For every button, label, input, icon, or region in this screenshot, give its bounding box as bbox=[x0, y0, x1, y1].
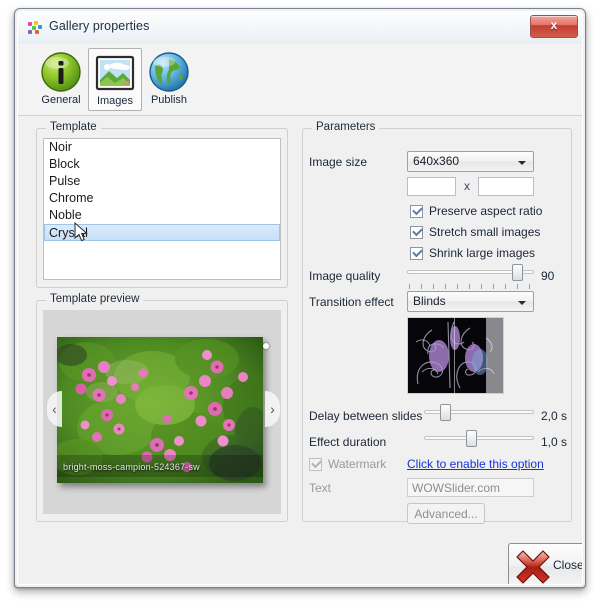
close-button-label: Close bbox=[553, 558, 583, 572]
transition-effect-combo[interactable]: Blinds bbox=[407, 291, 534, 312]
template-preview-group: Template preview bright-moss-campion-524… bbox=[36, 293, 288, 522]
image-quality-thumb[interactable] bbox=[512, 264, 523, 281]
preserve-aspect-ratio-checkbox[interactable] bbox=[410, 204, 423, 218]
title-bar: Gallery properties x bbox=[18, 12, 582, 44]
delay-between-slides-value: 2,0 s bbox=[541, 409, 568, 423]
shrink-large-images-label: Shrink large images bbox=[429, 246, 536, 260]
image-quality-value: 90 bbox=[541, 269, 555, 283]
advanced-button: Advanced... bbox=[407, 503, 485, 524]
chevron-down-icon bbox=[518, 161, 526, 165]
list-item[interactable]: Chrome bbox=[44, 190, 280, 207]
template-preview-title: Template preview bbox=[46, 293, 144, 305]
watermark-text-input bbox=[408, 479, 533, 497]
delay-between-slides-slider[interactable] bbox=[424, 403, 534, 423]
parameters-group-title: Parameters bbox=[312, 121, 380, 133]
watermark-text-label: Text bbox=[309, 481, 332, 495]
effect-duration-slider[interactable] bbox=[424, 429, 534, 449]
preview-caption: bright-moss-campion-524367-sw bbox=[63, 462, 200, 472]
window-inner: Gallery properties x General Images Publ… bbox=[17, 11, 583, 585]
fractal-thumbnail bbox=[408, 318, 503, 393]
stretch-small-images-checkbox[interactable] bbox=[410, 225, 423, 239]
transition-effect-label: Transition effect bbox=[309, 295, 394, 309]
red-x-icon bbox=[516, 550, 550, 584]
preview-bullet-dot[interactable] bbox=[263, 343, 269, 349]
template-listbox[interactable]: Noir Block Pulse Chrome Noble Crystal bbox=[43, 138, 281, 280]
watermark-label: Watermark bbox=[328, 457, 387, 471]
image-quality-label: Image quality bbox=[309, 269, 381, 283]
tab-general[interactable]: General bbox=[34, 48, 88, 111]
transition-effect-value: Blinds bbox=[413, 294, 446, 308]
window-title: Gallery properties bbox=[49, 19, 150, 33]
picture-icon bbox=[95, 55, 135, 91]
globe-icon bbox=[149, 52, 189, 92]
preview-photo: bright-moss-campion-524367-sw bbox=[57, 337, 263, 483]
effect-duration-track bbox=[424, 436, 534, 440]
delay-thumb[interactable] bbox=[440, 404, 451, 421]
watermark-text-field bbox=[407, 478, 534, 497]
tab-images-label: Images bbox=[96, 95, 134, 107]
list-item[interactable]: Block bbox=[44, 156, 280, 173]
image-quality-ticks bbox=[407, 284, 534, 290]
tab-toolbar: General Images Publish bbox=[18, 44, 582, 116]
tab-images[interactable]: Images bbox=[88, 48, 142, 111]
preserve-aspect-ratio-label: Preserve aspect ratio bbox=[429, 204, 543, 218]
parameters-group: Parameters Image size 640x360 x Preserve… bbox=[302, 121, 572, 524]
template-group-title: Template bbox=[46, 121, 101, 133]
image-size-value: 640x360 bbox=[413, 154, 460, 168]
image-size-label: Image size bbox=[309, 155, 368, 169]
gallery-icon bbox=[28, 21, 42, 34]
preview-next-arrow[interactable]: › bbox=[265, 391, 280, 427]
size-separator: x bbox=[464, 179, 470, 193]
delay-between-slides-label: Delay between slides bbox=[309, 409, 423, 423]
watermark-checkbox bbox=[309, 457, 322, 471]
close-button[interactable]: Close bbox=[508, 543, 583, 584]
chevron-down-icon bbox=[518, 301, 526, 305]
effect-duration-label: Effect duration bbox=[309, 435, 387, 449]
effect-duration-value: 1,0 s bbox=[541, 435, 568, 449]
enable-watermark-link[interactable]: Click to enable this option bbox=[407, 457, 544, 471]
image-quality-slider[interactable] bbox=[407, 263, 534, 289]
image-height-input[interactable] bbox=[479, 178, 533, 196]
tab-publish-label: Publish bbox=[150, 94, 188, 106]
list-item[interactable]: Noir bbox=[44, 139, 280, 156]
image-width-field[interactable] bbox=[407, 177, 456, 196]
window-close-button[interactable]: x bbox=[530, 15, 578, 38]
mouse-cursor bbox=[74, 222, 88, 242]
list-item[interactable]: Pulse bbox=[44, 173, 280, 190]
tab-publish[interactable]: Publish bbox=[142, 48, 196, 111]
window-close-label: x bbox=[550, 18, 558, 32]
image-height-field[interactable] bbox=[478, 177, 534, 196]
tab-general-label: General bbox=[41, 94, 81, 106]
template-group: Template Noir Block Pulse Chrome Noble C… bbox=[36, 121, 288, 288]
preview-prev-arrow[interactable]: ‹ bbox=[47, 391, 62, 427]
shrink-large-images-checkbox[interactable] bbox=[410, 246, 423, 260]
transition-effect-preview bbox=[407, 317, 504, 394]
image-size-combo[interactable]: 640x360 bbox=[407, 151, 534, 172]
preview-stage: bright-moss-campion-524367-sw ‹ › bbox=[43, 310, 281, 514]
effect-duration-thumb[interactable] bbox=[466, 430, 477, 447]
screenshot-root: Gallery properties x General Images Publ… bbox=[0, 0, 600, 611]
stretch-small-images-label: Stretch small images bbox=[429, 225, 541, 239]
gallery-properties-window: Gallery properties x General Images Publ… bbox=[14, 8, 586, 588]
image-width-input[interactable] bbox=[408, 178, 455, 196]
info-icon bbox=[41, 52, 81, 92]
